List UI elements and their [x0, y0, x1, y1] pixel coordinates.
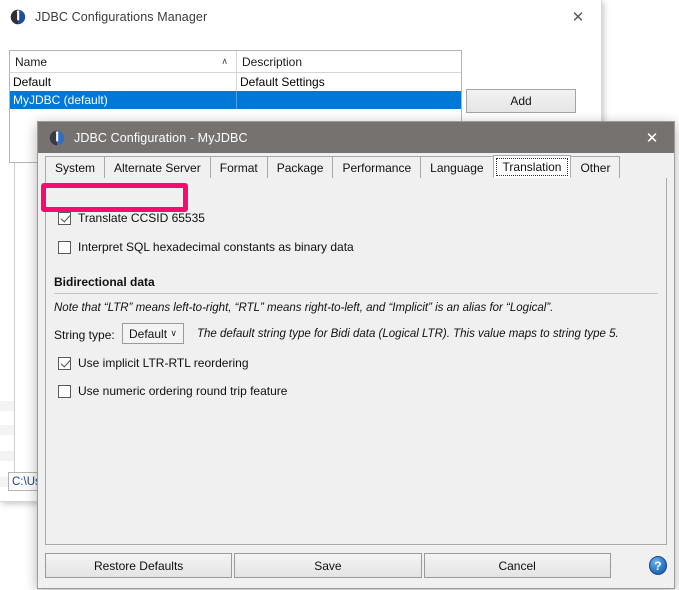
tab-label: Alternate Server	[114, 160, 201, 175]
jdbc-configuration-dialog: JDBC Configuration - MyJDBC ✕ System Alt…	[37, 121, 675, 589]
table-header-row: Name ∧ Description	[10, 51, 461, 73]
string-type-help-text: The default string type for Bidi data (L…	[197, 328, 619, 340]
column-header-description[interactable]: Description	[237, 51, 461, 72]
cell-name: MyJDBC (default)	[10, 91, 237, 109]
cell-name: Default	[10, 73, 237, 91]
bidirectional-data-section-title: Bidirectional data	[54, 275, 155, 289]
cell-description	[237, 91, 461, 109]
tab-system[interactable]: System	[45, 156, 106, 178]
string-type-label: String type:	[54, 328, 115, 342]
translation-tab-panel: Translate CCSID 65535 Interpret SQL hexa…	[45, 178, 667, 545]
tab-label: Package	[276, 160, 324, 175]
table-row[interactable]: Default Default Settings	[10, 73, 461, 91]
dialog-app-icon	[49, 130, 65, 146]
sort-ascending-icon: ∧	[221, 56, 228, 67]
background-window-title: JDBC Configurations Manager	[35, 9, 208, 24]
tab-label: Language	[430, 160, 484, 175]
dialog-close-icon[interactable]: ✕	[630, 122, 674, 153]
restore-defaults-button[interactable]: Restore Defaults	[45, 553, 233, 578]
string-type-select[interactable]: Default ∨	[122, 323, 184, 344]
save-button[interactable]: Save	[234, 553, 422, 578]
tab-other[interactable]: Other	[570, 156, 621, 178]
checkbox-icon[interactable]	[58, 240, 71, 254]
background-strip	[0, 401, 14, 411]
tab-alternate-server[interactable]: Alternate Server	[104, 156, 211, 178]
tabstrip: System Alternate Server Format Package P…	[45, 155, 667, 179]
cell-description: Default Settings	[240, 75, 325, 89]
tab-label: System	[55, 160, 96, 175]
tab-label: Other	[580, 160, 611, 175]
checkbox-label: Translate CCSID 65535	[78, 211, 205, 225]
checkbox-icon[interactable]	[58, 356, 71, 370]
background-strip	[0, 451, 14, 461]
tab-label: Translation	[502, 159, 562, 174]
background-strip	[0, 425, 14, 435]
tab-performance[interactable]: Performance	[332, 156, 422, 178]
column-header-description-label: Description	[242, 54, 303, 69]
dialog-footer: Restore Defaults Save Cancel ?	[45, 549, 667, 582]
tab-package[interactable]: Package	[266, 156, 334, 178]
tab-language[interactable]: Language	[420, 156, 494, 178]
app-icon	[10, 9, 26, 25]
column-header-name[interactable]: Name ∧	[10, 51, 237, 72]
checkbox-label: Use numeric ordering round trip feature	[78, 384, 288, 398]
column-header-name-label: Name	[15, 54, 48, 69]
section-divider	[54, 293, 658, 294]
dialog-titlebar[interactable]: JDBC Configuration - MyJDBC ✕	[38, 122, 674, 153]
chevron-down-icon: ∨	[170, 328, 177, 339]
checkbox-interpret-hex-constants[interactable]: Interpret SQL hexadecimal constants as b…	[58, 240, 354, 254]
checkbox-translate-ccsid[interactable]: Translate CCSID 65535	[58, 211, 205, 225]
tab-format[interactable]: Format	[209, 156, 268, 178]
tab-label: Format	[219, 160, 258, 175]
checkbox-numeric-ordering-round-trip[interactable]: Use numeric ordering round trip feature	[58, 384, 287, 398]
cancel-button[interactable]: Cancel	[423, 553, 611, 578]
tab-label: Performance	[342, 160, 412, 175]
close-icon[interactable]: ✕	[555, 0, 601, 33]
dialog-title: JDBC Configuration - MyJDBC	[74, 130, 248, 145]
checkbox-implicit-ltr-rtl-reordering[interactable]: Use implicit LTR-RTL reordering	[58, 356, 249, 370]
help-icon[interactable]: ?	[648, 556, 667, 575]
checkbox-icon[interactable]	[58, 211, 71, 225]
add-button[interactable]: Add	[466, 89, 576, 113]
background-window-titlebar[interactable]: JDBC Configurations Manager ✕	[0, 0, 601, 33]
bidi-note-text: Note that “LTR” means left-to-right, “RT…	[54, 302, 554, 314]
checkbox-icon[interactable]	[58, 384, 71, 398]
tab-translation[interactable]: Translation	[492, 155, 572, 178]
string-type-value: Default	[129, 326, 168, 341]
dialog-body: System Alternate Server Format Package P…	[38, 153, 674, 588]
checkbox-label: Interpret SQL hexadecimal constants as b…	[78, 240, 354, 254]
checkbox-label: Use implicit LTR-RTL reordering	[78, 356, 249, 370]
table-row[interactable]: MyJDBC (default)	[10, 91, 461, 109]
